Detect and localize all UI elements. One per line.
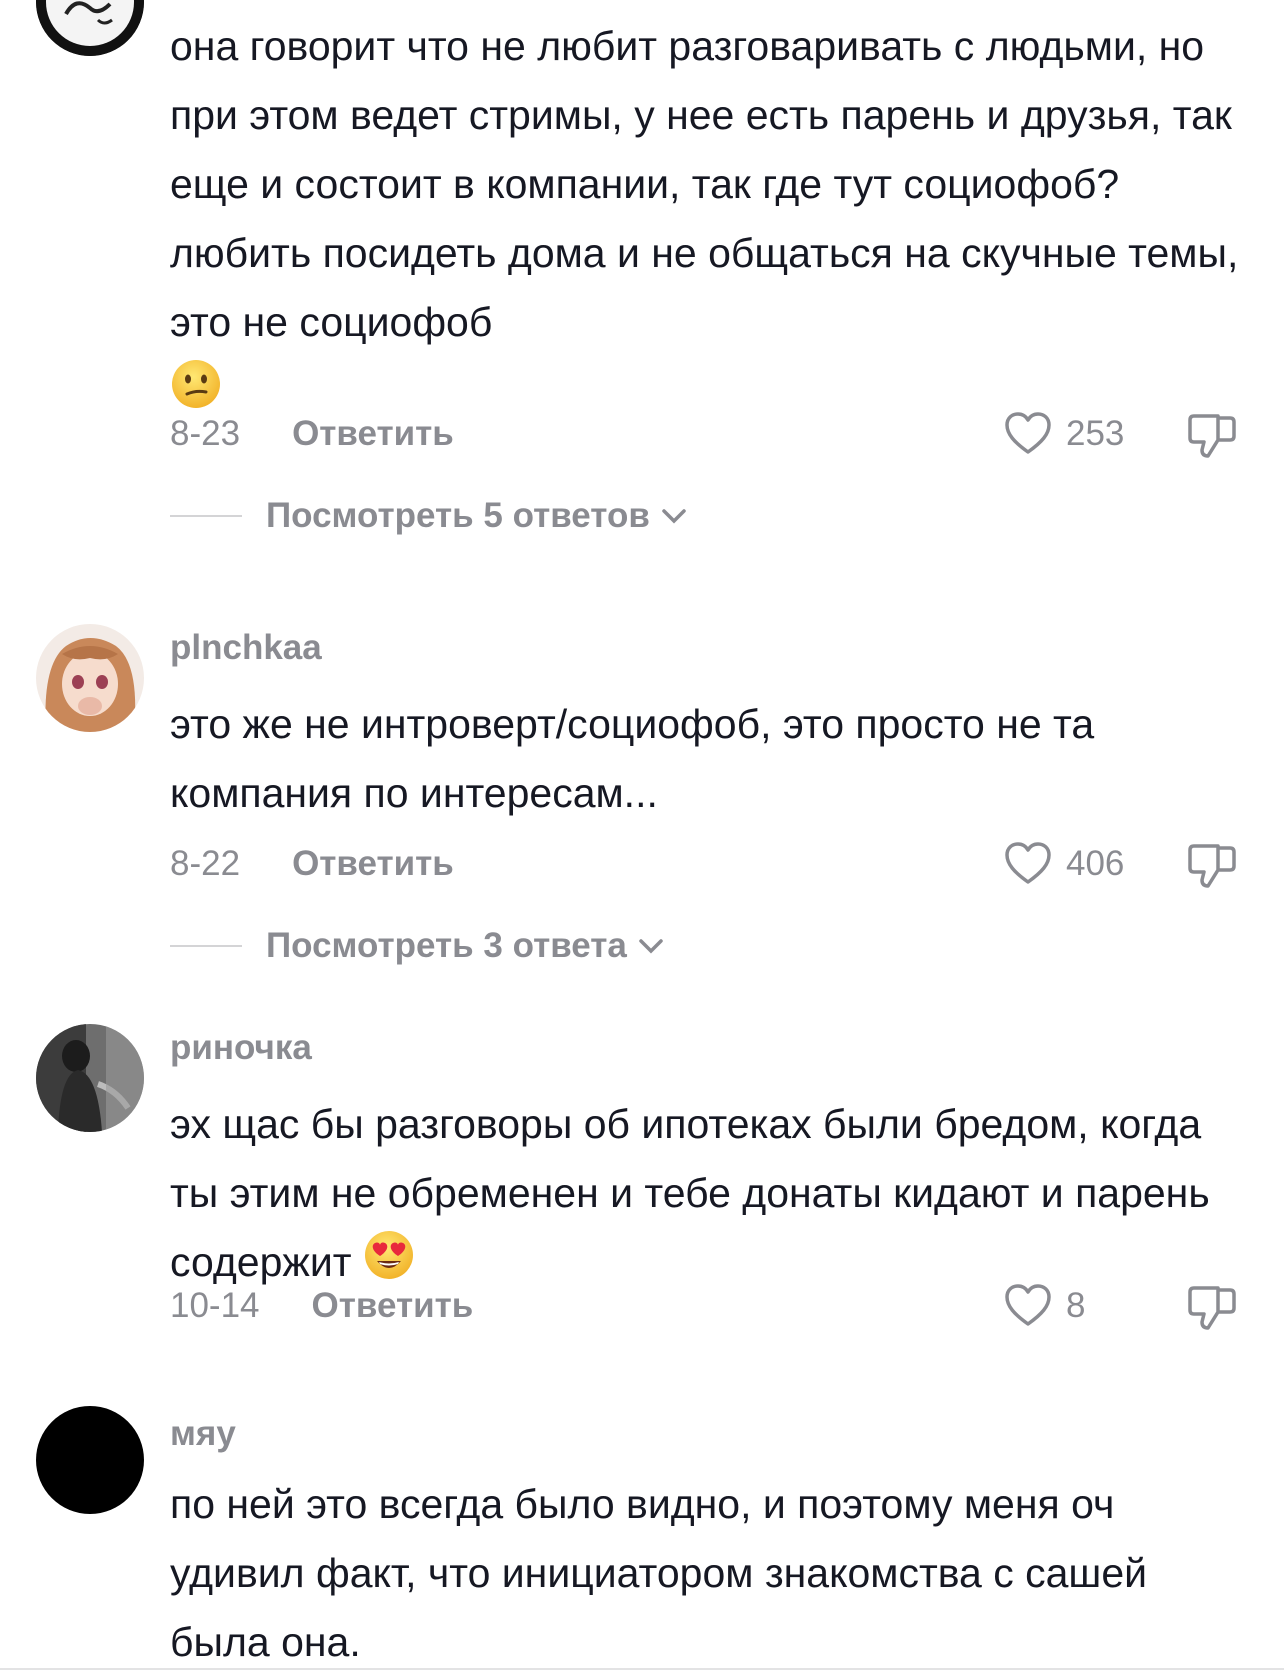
divider <box>0 1668 1284 1670</box>
thumbs-down-icon <box>1188 1286 1236 1330</box>
like-count: 8 <box>1066 1286 1086 1325</box>
avatar[interactable] <box>36 624 144 732</box>
thumbs-down-icon <box>1188 844 1236 888</box>
dislike-button[interactable] <box>1186 1284 1238 1337</box>
divider <box>170 515 242 517</box>
like-button[interactable]: 8 <box>1004 1284 1085 1328</box>
heart-icon <box>1005 412 1051 454</box>
username[interactable]: plnchkaa <box>170 628 322 668</box>
like-count: 253 <box>1066 414 1125 453</box>
reply-button[interactable]: Ответить <box>292 844 454 884</box>
comment-text: по ней это всегда было видно, и поэтому … <box>170 1481 1148 1665</box>
chevron-down-icon <box>639 939 663 954</box>
like-button[interactable]: 406 <box>1004 842 1124 886</box>
reply-button[interactable]: Ответить <box>292 414 454 454</box>
avatar[interactable] <box>36 1406 144 1514</box>
comment-text: это же не интроверт/социофоб, это просто… <box>170 701 1095 816</box>
view-replies-button[interactable]: Посмотреть 5 ответов <box>170 496 688 536</box>
avatar[interactable] <box>36 1024 144 1132</box>
comment-date: 10-14 <box>170 1286 260 1325</box>
comment-date: 8-23 <box>170 414 241 453</box>
comment-date: 8-22 <box>170 844 241 883</box>
like-count: 406 <box>1066 844 1125 883</box>
comment-text: она говорит что не любит разговаривать с… <box>170 12 1250 431</box>
username[interactable]: мяу <box>170 1414 236 1454</box>
divider <box>170 945 242 947</box>
username[interactable]: риночка <box>170 1028 312 1068</box>
comment-text: эх щас бы разговоры об ипотеках были бре… <box>170 1090 1250 1302</box>
dislike-button[interactable] <box>1186 412 1238 465</box>
view-replies-button[interactable]: Посмотреть 3 ответа <box>170 926 665 966</box>
reply-button[interactable]: Ответить <box>312 1286 474 1326</box>
heart-icon <box>1005 1284 1051 1326</box>
comment-meta: 8-22 Ответить <box>170 844 454 884</box>
chevron-down-icon <box>662 509 686 524</box>
dislike-button[interactable] <box>1186 842 1238 895</box>
avatar[interactable] <box>36 0 144 56</box>
comment-meta: 8-23 Ответить <box>170 414 454 454</box>
thumbs-down-icon <box>1188 414 1236 458</box>
heart-icon <box>1005 842 1051 884</box>
like-button[interactable]: 253 <box>1004 412 1124 456</box>
comment-meta: 10-14 Ответить <box>170 1286 473 1326</box>
